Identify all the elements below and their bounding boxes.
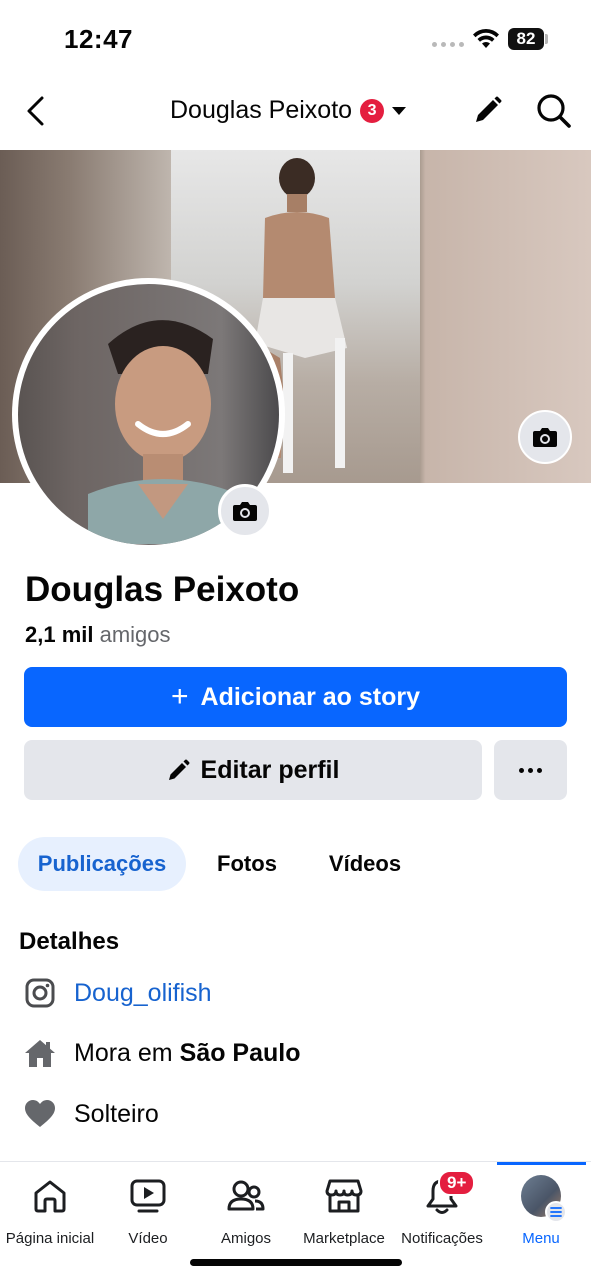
- profile-header: Douglas Peixoto 3: [0, 80, 591, 142]
- camera-icon: [233, 502, 257, 521]
- tab-videos[interactable]: Vídeos: [318, 837, 412, 891]
- nav-home-label: Página inicial: [5, 1230, 95, 1247]
- lives-in-prefix: Mora em: [74, 1038, 173, 1067]
- profile-name: Douglas Peixoto: [25, 570, 300, 609]
- nav-notifications[interactable]: 9+ Notificações: [392, 1170, 492, 1254]
- detail-instagram[interactable]: Doug_olifish: [22, 973, 212, 1013]
- edit-profile-label: Editar perfil: [200, 755, 340, 784]
- profile-picture-person: [88, 320, 238, 544]
- add-to-story-button[interactable]: + Adicionar ao story: [24, 667, 567, 727]
- more-dot: [537, 767, 542, 773]
- plus-icon: +: [170, 680, 189, 713]
- nav-marketplace[interactable]: Marketplace: [294, 1172, 394, 1254]
- status-time: 12:47: [64, 24, 133, 54]
- heart-icon: [22, 1096, 58, 1132]
- video-icon: [128, 1176, 168, 1216]
- more-options-button[interactable]: [494, 740, 567, 800]
- friends-label: amigos: [99, 622, 171, 647]
- home-icon: [22, 1035, 58, 1071]
- search-icon[interactable]: [535, 92, 573, 130]
- instagram-handle: Doug_olifish: [74, 978, 212, 1007]
- bell-icon: 9+: [422, 1170, 476, 1216]
- status-bar: 12:47 82: [0, 0, 591, 80]
- detail-lives-in: Mora em São Paulo: [22, 1033, 301, 1073]
- header-title: Douglas Peixoto: [170, 96, 353, 124]
- camera-icon: [533, 428, 557, 447]
- battery-indicator: 82: [508, 28, 544, 50]
- notifications-badge: 9+: [438, 1170, 476, 1196]
- pencil-icon: [168, 759, 190, 780]
- battery-tip: [545, 34, 548, 44]
- cover-camera-button[interactable]: [518, 410, 572, 464]
- signal-dots-icon: [432, 42, 464, 47]
- menu-lines-icon: [545, 1201, 567, 1223]
- nav-friends[interactable]: Amigos: [196, 1172, 296, 1254]
- home-icon: [30, 1176, 70, 1216]
- nav-friends-label: Amigos: [220, 1230, 272, 1247]
- instagram-icon: [22, 975, 58, 1011]
- profile-switcher[interactable]: Douglas Peixoto 3: [170, 96, 407, 125]
- tab-publicacoes[interactable]: Publicações: [18, 837, 186, 891]
- nav-video[interactable]: Vídeo: [98, 1172, 198, 1254]
- more-dot: [528, 767, 533, 773]
- lives-in-city: São Paulo: [179, 1038, 301, 1067]
- active-tab-indicator: [497, 1162, 586, 1165]
- friends-count: 2,1 mil: [25, 622, 94, 647]
- nav-home[interactable]: Página inicial: [0, 1172, 100, 1254]
- wifi-icon: [473, 28, 499, 48]
- details-title: Detalhes: [19, 928, 120, 955]
- nav-menu-label: Menu: [522, 1230, 560, 1247]
- marketplace-icon: [324, 1176, 364, 1216]
- add-to-story-label: Adicionar ao story: [200, 682, 421, 711]
- back-arrow-icon[interactable]: [22, 94, 52, 128]
- menu-avatar-image: [521, 1175, 567, 1223]
- home-indicator[interactable]: [190, 1259, 402, 1266]
- more-dot: [519, 767, 524, 773]
- friends-icon: [226, 1176, 266, 1216]
- tab-fotos[interactable]: Fotos: [204, 837, 290, 891]
- relationship-status: Solteiro: [74, 1099, 159, 1128]
- nav-notifications-label: Notificações: [401, 1230, 483, 1247]
- avatar-camera-button[interactable]: [218, 484, 272, 538]
- edit-profile-button[interactable]: Editar perfil: [24, 740, 482, 800]
- nav-video-label: Vídeo: [128, 1230, 168, 1247]
- friends-count-link[interactable]: 2,1 mil amigos: [25, 622, 171, 648]
- nav-menu[interactable]: Menu: [491, 1172, 591, 1254]
- menu-avatar: [521, 1175, 567, 1223]
- nav-marketplace-label: Marketplace: [303, 1230, 385, 1247]
- pencil-icon[interactable]: [470, 94, 504, 128]
- detail-relationship: Solteiro: [22, 1094, 159, 1134]
- header-badge: 3: [360, 98, 385, 123]
- caret-down-icon: [392, 106, 407, 115]
